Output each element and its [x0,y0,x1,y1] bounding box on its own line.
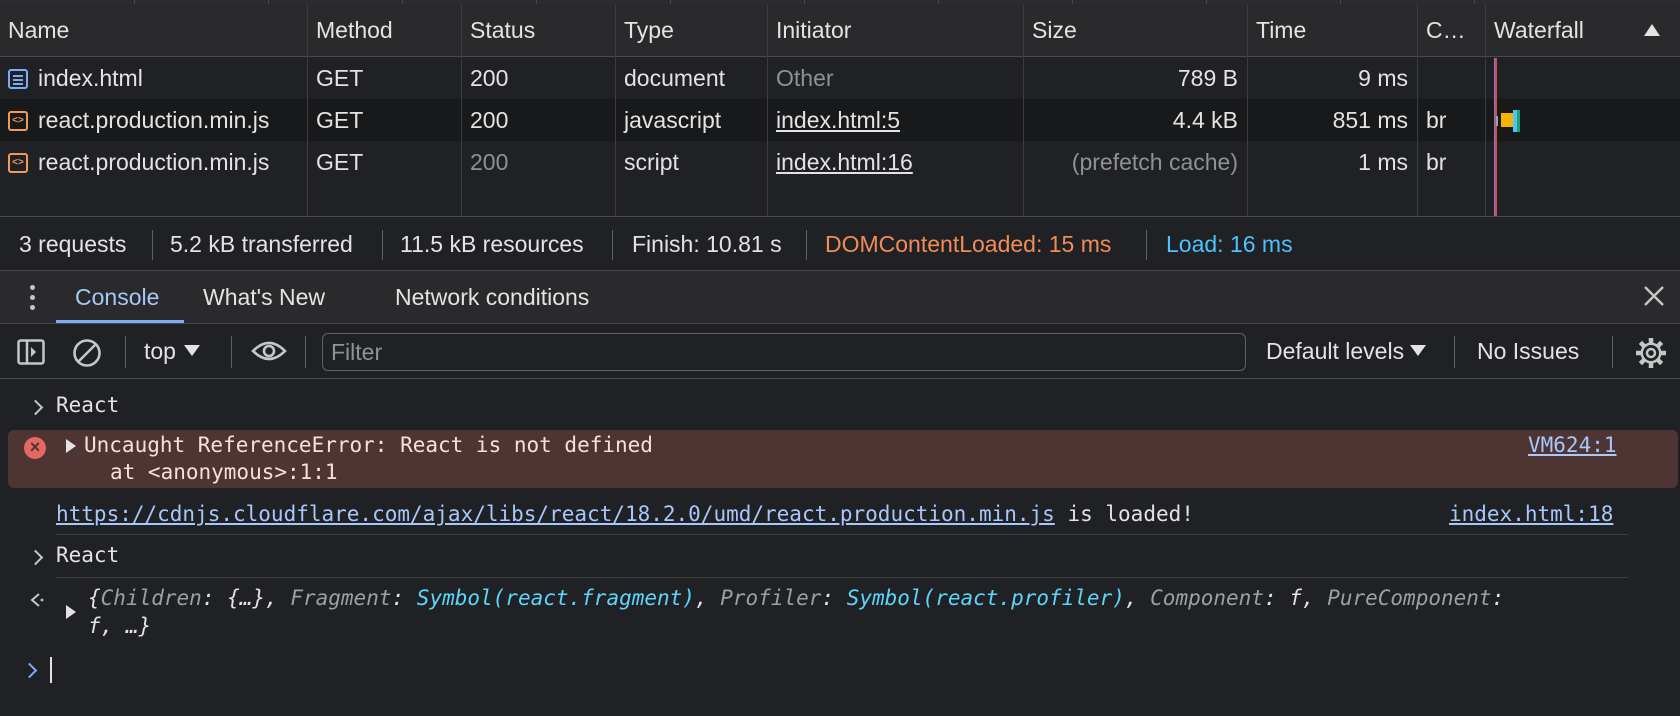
clear-console-icon[interactable] [72,338,102,368]
context-value: top [144,338,176,364]
request-time: 851 ms [1332,107,1408,133]
log-levels-label: Default levels [1266,338,1405,364]
column-header-initiator[interactable]: Initiator [768,4,1022,56]
error-icon: × [24,437,46,459]
column-header-size[interactable]: Size [1024,4,1246,56]
error-text: Uncaught ReferenceError: React is not de… [84,433,653,457]
eye-icon[interactable] [251,339,287,363]
issues-button[interactable]: No Issues [1477,324,1579,379]
close-drawer-icon[interactable] [1643,285,1665,307]
request-time: 1 ms [1358,149,1408,175]
request-size: (prefetch cache) [1071,149,1238,175]
dcl-event-line [1494,58,1495,216]
request-count: 3 requests [19,231,127,257]
expand-triangle-icon[interactable] [66,439,76,453]
console-prompt-input[interactable] [50,657,52,683]
result-object-preview[interactable]: {Children: {…}, Fragment: Symbol(react.f… [88,586,1504,610]
waterfall-bar-waiting [1501,113,1513,127]
resources-size: 11.5 kB resources [400,231,584,257]
column-header-name[interactable]: Name [0,4,306,56]
request-type: script [624,149,679,175]
request-status: 200 [470,65,509,91]
network-panel: Name Method Status Type Initiator Size T… [0,0,1680,216]
domcontentloaded-time: DOMContentLoaded: 15 ms [825,231,1112,257]
log-source-link[interactable]: index.html:18 [1449,502,1613,526]
request-name: index.html [38,65,143,91]
transferred-size: 5.2 kB transferred [170,231,353,257]
column-header-type[interactable]: Type [616,4,766,56]
error-source-link[interactable]: VM624:1 [1528,433,1617,457]
column-header-waterfall[interactable]: Waterfall [1486,4,1636,56]
initiator-link[interactable]: index.html:5 [768,99,1022,141]
sort-ascending-icon[interactable] [1644,24,1660,36]
script-icon [8,100,28,141]
gear-icon[interactable] [1635,337,1667,369]
document-icon [8,69,28,89]
request-content-encoding [1418,57,1484,99]
waterfall-bar-queue [1496,116,1498,126]
tab-network-conditions[interactable]: Network conditions [395,271,589,323]
request-method: GET [316,65,364,91]
waterfall-bar-content [1517,110,1520,132]
console-input: React [56,393,120,417]
request-type: javascript [624,107,722,133]
chevron-down-icon [1410,345,1427,356]
log-levels-dropdown[interactable]: Default levels [1266,324,1427,379]
request-time: 9 ms [1358,65,1408,91]
request-content-encoding: br [1426,107,1447,133]
return-value-icon [30,593,44,607]
drawer-tab-bar: Console What's New Network conditions [0,270,1680,324]
request-content-encoding: br [1426,149,1447,175]
more-options-icon[interactable] [30,285,35,311]
sidebar-toggle-icon[interactable] [17,339,45,365]
request-method: GET [316,107,364,133]
network-summary-bar: 3 requests 5.2 kB transferred 11.5 kB re… [0,216,1680,270]
column-header-method[interactable]: Method [308,4,460,56]
request-method: GET [316,149,364,175]
expand-triangle-icon[interactable] [66,605,76,619]
console-toolbar: top Default levels No Issues [0,324,1680,379]
result-object-preview-cont: f, …} [88,614,152,638]
filter-input[interactable] [322,333,1246,371]
table-row[interactable]: react.production.min.js GET 200 javascri… [0,99,1680,141]
error-stack: at <anonymous>:1:1 [110,460,338,484]
request-name: react.production.min.js [38,149,270,175]
tab-console[interactable]: Console [75,271,159,323]
table-row[interactable]: index.html GET 200 document Other 789 B … [0,57,1680,99]
table-row[interactable]: react.production.min.js GET 200 script i… [0,141,1680,183]
request-name: react.production.min.js [38,107,270,133]
tab-whats-new[interactable]: What's New [203,271,325,323]
chevron-down-icon [183,345,200,356]
load-time: Load: 16 ms [1166,231,1293,257]
request-type: document [624,65,726,91]
request-status: 200 [470,107,509,133]
column-header-time[interactable]: Time [1248,4,1416,56]
request-size: 789 B [1177,65,1238,91]
request-status: 200 [470,149,509,175]
script-icon [8,142,28,183]
console-input: React [56,543,120,567]
column-header-status[interactable]: Status [462,4,614,56]
column-header-c[interactable]: C… [1418,4,1484,56]
context-selector[interactable]: top [144,324,200,379]
request-size: 4.4 kB [1172,107,1238,133]
initiator-link[interactable]: index.html:16 [768,141,1022,183]
log-text: is loaded! [1054,502,1194,526]
finish-time: Finish: 10.81 s [632,231,782,257]
script-url-link[interactable]: https://cdnjs.cloudflare.com/ajax/libs/r… [56,502,1055,526]
load-event-line [1495,58,1497,216]
request-initiator: Other [776,65,834,91]
active-tab-indicator [56,320,184,323]
chevron-right-icon [27,399,44,416]
